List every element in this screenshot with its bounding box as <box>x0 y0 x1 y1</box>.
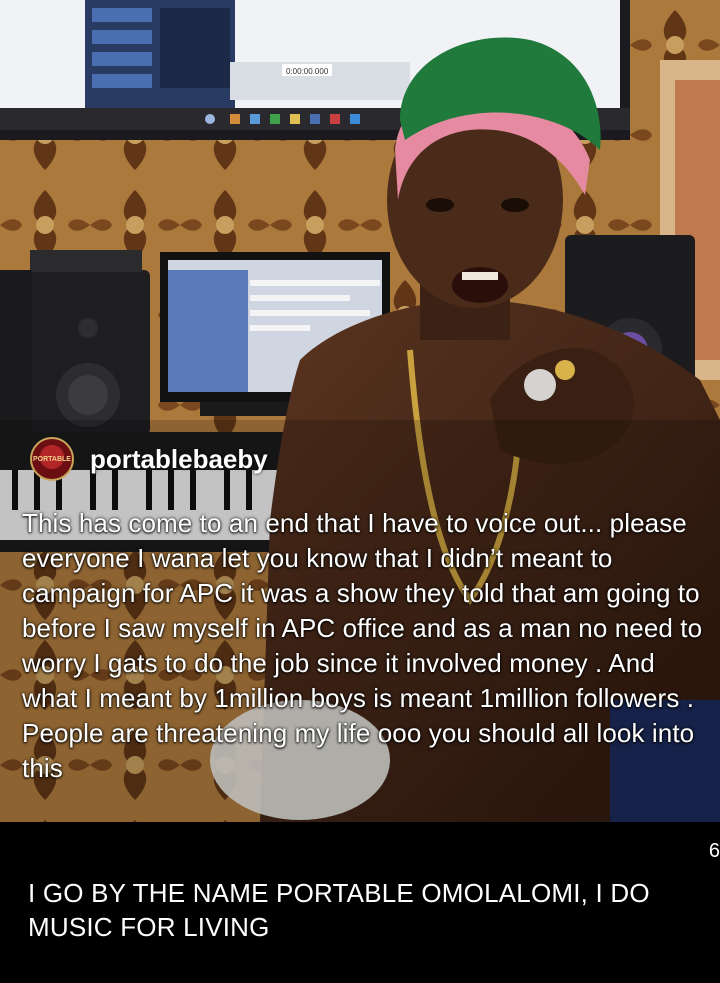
post-overlay-text: This has come to an end that I have to v… <box>22 508 703 783</box>
post-author[interactable]: PORTABLE portablebaeby <box>30 432 268 486</box>
avatar-logo-text: PORTABLE <box>33 455 71 463</box>
avatar[interactable]: PORTABLE <box>30 437 74 481</box>
post-photo: 0:00:00.000 PORTABLE portablebaeby This … <box>0 0 720 822</box>
username[interactable]: portablebaeby <box>90 444 268 475</box>
post-caption: I GO BY THE NAME PORTABLE OMOLALOMI, I D… <box>28 878 650 942</box>
left-speaker <box>30 250 150 435</box>
edge-mark: 6 <box>708 840 720 862</box>
monitor-timecode: 0:00:00.000 <box>286 67 329 76</box>
